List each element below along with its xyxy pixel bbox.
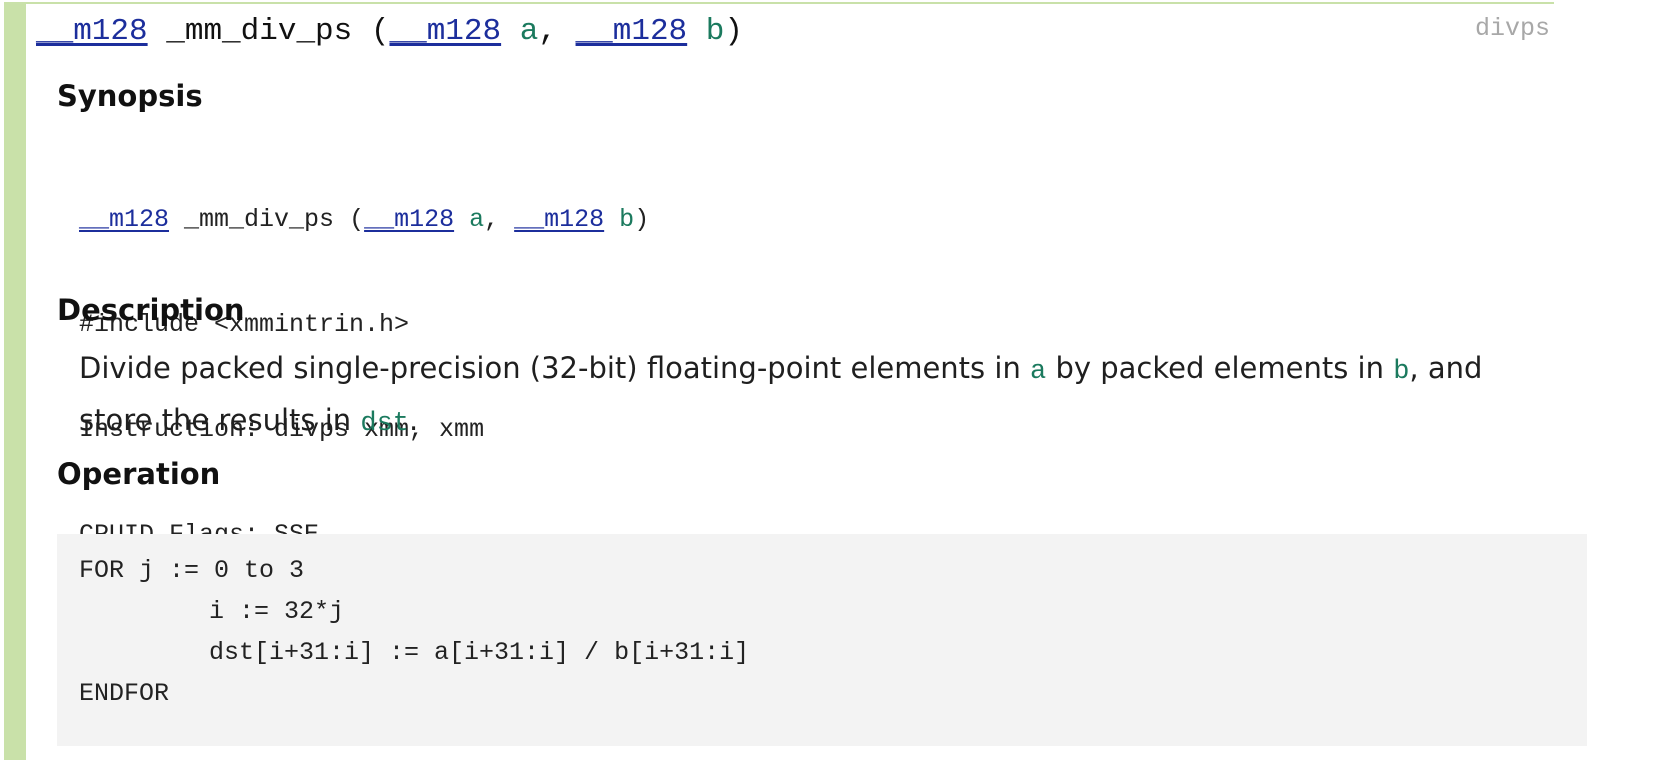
param1-name: a <box>519 14 539 49</box>
synopsis-param1-name: a <box>469 205 485 234</box>
description-part1: Divide packed single-precision (32-bit) … <box>79 351 1031 385</box>
operation-title: Operation <box>57 457 221 491</box>
operation-line: i := 32*j <box>209 597 345 626</box>
synopsis-signature: __m128 _mm_div_ps (__m128 a, __m128 b) <box>79 202 649 237</box>
param2-name: b <box>705 14 725 49</box>
open-paren: ( <box>352 14 390 49</box>
description-part2: by packed elements in <box>1046 351 1394 385</box>
synopsis-param1-type: __m128 <box>364 205 455 234</box>
description-text: Divide packed single-precision (32-bit) … <box>79 344 1499 448</box>
function-name: _mm_div_ps <box>166 14 353 49</box>
description-var-dst: dst <box>360 409 410 439</box>
synopsis-title: Synopsis <box>57 79 203 113</box>
param1-type: __m128 <box>389 14 502 49</box>
intrinsic-card: __m128 _mm_div_ps (__m128 a, __m128 b) d… <box>4 2 1587 760</box>
synopsis-return-type: __m128 <box>79 205 170 234</box>
close-paren: ) <box>724 14 743 49</box>
description-var-b: b <box>1393 357 1410 387</box>
synopsis-close-paren: ) <box>634 205 650 234</box>
operation-line: ENDFOR <box>79 679 170 708</box>
operation-line: dst[i+31:i] := a[i+31:i] / b[i+31:i] <box>209 638 750 667</box>
description-title: Description <box>57 293 245 327</box>
operation-line: FOR j := 0 to 3 <box>79 556 305 585</box>
description-var-a: a <box>1030 357 1047 387</box>
param2-type: __m128 <box>575 14 688 49</box>
synopsis-separator: , <box>484 205 515 234</box>
instruction-tag: divps <box>1474 14 1550 43</box>
synopsis-param2-name: b <box>619 205 635 234</box>
description-part4: . <box>409 403 419 437</box>
synopsis-function-name: _mm_div_ps <box>184 205 335 234</box>
param-separator: , <box>538 14 576 49</box>
synopsis-open-paren: ( <box>334 205 365 234</box>
return-type: __m128 <box>36 14 148 49</box>
signature-header[interactable]: __m128 _mm_div_ps (__m128 a, __m128 b) <box>36 12 743 52</box>
operation-code-block: FOR j := 0 to 3 i := 32*j dst[i+31:i] := a… <box>57 534 1587 746</box>
synopsis-param2-type: __m128 <box>514 205 605 234</box>
